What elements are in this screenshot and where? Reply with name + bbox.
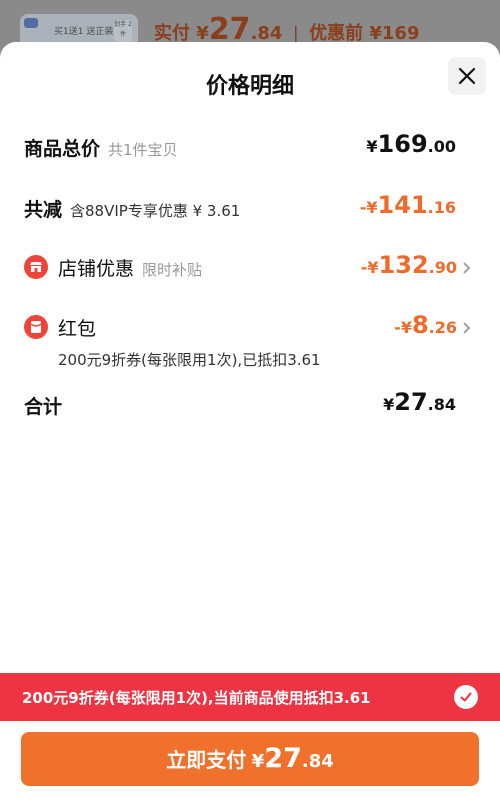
shop-discount-row[interactable]: 店铺优惠 限时补贴: [58, 254, 202, 281]
currency: ¥: [383, 395, 395, 414]
amount-dec: .84: [427, 395, 456, 414]
amount-int: 8: [411, 311, 429, 339]
amount-dec: .90: [428, 258, 457, 277]
before-price: ¥169: [369, 23, 420, 44]
shop-icon: [24, 255, 48, 279]
currency: -¥: [360, 258, 379, 277]
brand-logo-icon: [24, 18, 38, 28]
sum-row: 合计: [24, 392, 62, 419]
amount-int: 141: [377, 191, 428, 219]
chevron-right-icon[interactable]: [460, 321, 474, 335]
sheet-title: 价格明细: [205, 74, 294, 99]
coupon-notice-text: 200元9折券(每张限用1次),当前商品使用抵扣3.61: [22, 689, 371, 707]
pay-label: 立即支付: [166, 748, 247, 772]
pay-int: 27: [264, 743, 302, 774]
coupon-notice-bar[interactable]: 200元9折券(每张限用1次),当前商品使用抵扣3.61: [0, 673, 500, 721]
red-packet-desc: 200元9折券(每张限用1次),已抵扣3.61: [58, 351, 321, 369]
paid-label: 实付: [154, 23, 190, 44]
currency: -¥: [394, 318, 412, 337]
total-amount: ¥169.00: [366, 130, 456, 158]
reduced-amount: -¥141.16: [360, 191, 456, 219]
red-packet-amount[interactable]: -¥8.26: [394, 311, 457, 339]
reduced-label: 共减: [24, 199, 63, 221]
total-label: 商品总价: [24, 138, 101, 160]
shop-discount-label: 店铺优惠: [58, 258, 135, 280]
close-button[interactable]: [448, 57, 486, 95]
divider: |: [292, 23, 299, 44]
sum-amount: ¥27.84: [383, 388, 456, 416]
check-icon[interactable]: [454, 685, 478, 709]
price-detail-sheet: 价格明细 商品总价 共1件宝贝 ¥169.00 共减 含88VIP专享优惠 ¥ 3.…: [0, 42, 500, 805]
amount-dec: .16: [427, 198, 456, 217]
reduced-sub: 含88VIP专享优惠 ¥ 3.61: [70, 202, 241, 220]
amount-dec: .26: [428, 318, 457, 337]
product-badge: 买1送1 送正装: [54, 27, 114, 37]
sum-label: 合计: [24, 396, 63, 418]
paid-dec: .84: [250, 23, 283, 44]
checkmark-icon: [460, 692, 472, 702]
shop-discount-sub: 限时补贴: [142, 261, 203, 279]
pay-dec: .84: [301, 751, 334, 772]
red-packet-label: 红包: [58, 318, 97, 340]
before-label: 优惠前: [309, 23, 364, 44]
amount-int: 27: [394, 388, 428, 416]
chevron-right-icon[interactable]: [460, 261, 474, 275]
paid-currency: ¥: [196, 23, 209, 44]
close-icon: [458, 67, 476, 85]
red-packet-icon: [24, 315, 48, 339]
envelope-icon: [30, 321, 42, 333]
currency: ¥: [366, 137, 378, 156]
amount-int: 169: [377, 130, 428, 158]
red-packet-row[interactable]: 红包: [58, 314, 96, 341]
shop-discount-amount[interactable]: -¥132.90: [361, 251, 457, 279]
amount-int: 132: [378, 251, 429, 279]
total-row: 商品总价 共1件宝贝: [24, 134, 178, 161]
pay-now-button[interactable]: 立即支付 ¥27.84: [21, 732, 479, 786]
store-icon: [30, 262, 42, 272]
currency: -¥: [359, 198, 378, 217]
total-sub: 共1件宝贝: [108, 141, 178, 159]
amount-dec: .00: [427, 137, 456, 156]
reduced-row: 共减 含88VIP专享优惠 ¥ 3.61: [24, 195, 240, 222]
product-tag: 划手 2件: [114, 20, 132, 42]
pay-currency: ¥: [251, 751, 265, 772]
